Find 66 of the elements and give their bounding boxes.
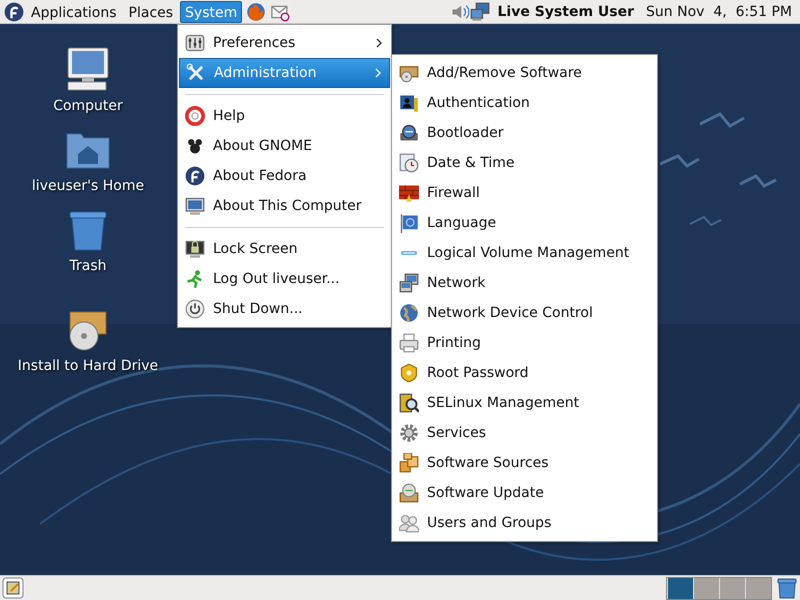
menu-item[interactable]: Log Out liveuser... [179, 264, 390, 294]
menu-item[interactable]: About This Computer [179, 191, 390, 221]
users-icon [399, 513, 419, 533]
icon-label[interactable]: Computer [53, 98, 123, 114]
flag-icon [399, 213, 419, 233]
menu-item[interactable]: Logical Volume Management [393, 238, 656, 268]
icon-label[interactable]: liveuser's Home [32, 178, 144, 194]
boxes-icon [399, 453, 419, 473]
lifebuoy-icon [185, 106, 205, 126]
menu-item[interactable]: Network [393, 268, 656, 298]
menu-item[interactable]: Add/Remove Software [393, 58, 656, 88]
computer-icon [185, 196, 205, 216]
lock-screen-icon [185, 239, 205, 259]
menu-item[interactable]: Services [393, 418, 656, 448]
menu-item[interactable]: About Fedora [179, 161, 390, 191]
tools-icon [186, 63, 206, 83]
firefox-icon[interactable] [246, 2, 266, 22]
menu-item[interactable]: Preferences [179, 28, 390, 58]
globe-icon [399, 303, 419, 323]
menu-item[interactable]: Network Device Control [393, 298, 656, 328]
menu-item[interactable]: Users and Groups [393, 508, 656, 538]
power-icon [185, 299, 205, 319]
user-name[interactable]: Live System User [498, 4, 634, 20]
menu-item[interactable]: Software Update [393, 478, 656, 508]
menu-item[interactable]: Software Sources [393, 448, 656, 478]
menu-item[interactable]: Language [393, 208, 656, 238]
shield-icon [399, 363, 419, 383]
show-desktop-icon[interactable] [2, 577, 24, 599]
menu-item[interactable]: Bootloader [393, 118, 656, 148]
trash-icon[interactable] [776, 577, 798, 599]
id-card-icon [399, 93, 419, 113]
menu-item[interactable]: Lock Screen [179, 234, 390, 264]
menu-item[interactable]: Root Password [393, 358, 656, 388]
clock[interactable]: Sun Nov 4, 6:51 PM [646, 4, 792, 20]
panel-menu[interactable]: System [180, 0, 242, 22]
firewall-icon [399, 183, 419, 203]
workspace-button[interactable] [719, 578, 745, 598]
menu-item[interactable]: Administration [179, 58, 390, 88]
workspace-button[interactable] [693, 578, 719, 598]
package-icon [399, 63, 419, 83]
panel-menu[interactable]: Places [124, 0, 178, 22]
menu-item[interactable]: SELinux Management [393, 388, 656, 418]
clock-icon [399, 153, 419, 173]
workspace-button[interactable] [745, 578, 771, 598]
menu-item[interactable]: Shut Down... [179, 294, 390, 324]
menu-item[interactable]: Date & Time [393, 148, 656, 178]
preferences-icon [185, 33, 205, 53]
network-icon[interactable] [470, 2, 490, 22]
gear-icon [399, 423, 419, 443]
icon-label[interactable]: Trash [70, 258, 106, 274]
printer-icon [399, 333, 419, 353]
menu-item[interactable]: Authentication [393, 88, 656, 118]
menu-item[interactable]: Firewall [393, 178, 656, 208]
package-icon [399, 483, 419, 503]
disk-icon [399, 123, 419, 143]
menu-item[interactable]: Help [179, 101, 390, 131]
fedora-logo-icon[interactable] [4, 2, 24, 22]
icon-label[interactable]: Install to Hard Drive [18, 358, 158, 374]
menu-item[interactable]: About GNOME [179, 131, 390, 161]
workspace-button[interactable] [667, 578, 693, 598]
fedora-icon [185, 166, 205, 186]
magnifier-icon [399, 393, 419, 413]
bar-icon [399, 250, 419, 256]
computers-icon [399, 273, 419, 293]
panel-menu[interactable]: Applications [26, 0, 122, 22]
menu-item[interactable]: Printing [393, 328, 656, 358]
